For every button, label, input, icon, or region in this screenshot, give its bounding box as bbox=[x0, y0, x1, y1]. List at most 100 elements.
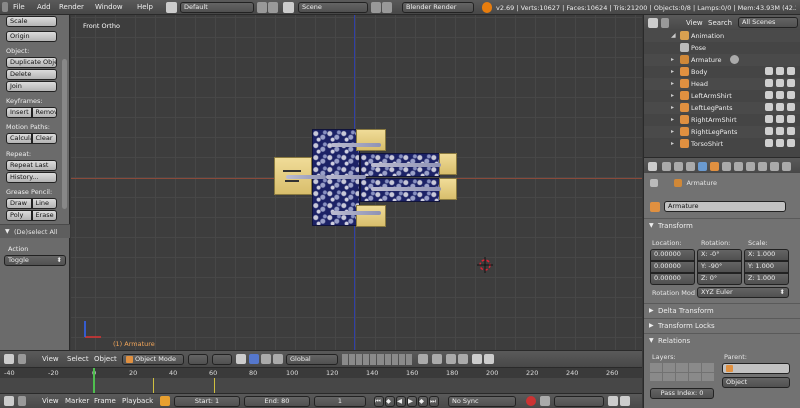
bone-leg-right[interactable] bbox=[371, 163, 441, 167]
right-foot-mesh[interactable] bbox=[439, 153, 457, 175]
object-name-field[interactable]: Armature bbox=[664, 201, 786, 212]
eye-icon[interactable] bbox=[765, 91, 773, 99]
outliner-row-torsoshirt[interactable]: ▸ TorsoShirt bbox=[644, 138, 800, 150]
timeline-menu-toggle-icon[interactable] bbox=[18, 396, 26, 406]
world-tab-icon[interactable] bbox=[698, 162, 707, 171]
scale-x-field[interactable]: X: 1.000 bbox=[744, 249, 789, 261]
parent-type-select[interactable]: Object bbox=[722, 377, 790, 388]
bone-leg-left[interactable] bbox=[371, 187, 441, 191]
location-x-field[interactable]: 0.00000 bbox=[650, 249, 695, 261]
frame-ruler[interactable]: -40 -20 0 20 40 60 80 100 120 140 160 18… bbox=[0, 368, 642, 378]
toolshelf-scrollbar[interactable] bbox=[62, 59, 67, 209]
transform-locks-panel-header[interactable]: ▶ Transform Locks bbox=[644, 318, 800, 332]
cursor-icon[interactable] bbox=[776, 91, 784, 99]
scene-tab-icon[interactable] bbox=[686, 162, 695, 171]
end-frame-field[interactable]: End: 80 bbox=[244, 396, 310, 407]
menu-view[interactable]: View bbox=[42, 397, 59, 405]
transform-panel-header[interactable]: ▼ Transform bbox=[644, 218, 800, 232]
location-z-field[interactable]: 0.00000 bbox=[650, 273, 695, 285]
start-frame-field[interactable]: Start: 1 bbox=[174, 396, 240, 407]
expand-arrow-icon[interactable]: ▸ bbox=[671, 68, 674, 75]
outliner-row-rightlegpants[interactable]: ▸ RightLegPants bbox=[644, 126, 800, 138]
location-y-field[interactable]: 0.00000 bbox=[650, 261, 695, 273]
cursor-icon[interactable] bbox=[776, 115, 784, 123]
scale-button[interactable]: Scale bbox=[6, 16, 57, 27]
physics-tab-icon[interactable] bbox=[782, 162, 791, 171]
menu-playback[interactable]: Playback bbox=[122, 397, 153, 405]
bone-torso[interactable] bbox=[326, 175, 366, 179]
origin-button[interactable]: Origin bbox=[6, 31, 57, 42]
expand-arrow-icon[interactable]: ▸ bbox=[671, 92, 674, 99]
scale-y-field[interactable]: Y: 1.000 bbox=[744, 261, 789, 273]
poly-button[interactable]: Poly bbox=[6, 210, 32, 221]
outliner-view-menu[interactable]: View bbox=[686, 19, 703, 27]
render-engine-select[interactable]: Blender Render bbox=[402, 2, 474, 13]
clear-paths-button[interactable]: Clear bbox=[31, 133, 57, 144]
3d-viewport[interactable]: Front Ortho (1) Armature bbox=[71, 15, 642, 350]
expand-arrow-icon[interactable]: ▸ bbox=[671, 140, 674, 147]
camera-icon[interactable] bbox=[787, 91, 795, 99]
keyframe-marker[interactable] bbox=[153, 378, 154, 394]
menu-object[interactable]: Object bbox=[94, 355, 117, 363]
bone-tab-icon[interactable] bbox=[746, 162, 755, 171]
expand-arrow-icon[interactable]: ▸ bbox=[671, 80, 674, 87]
rotation-z-field[interactable]: Z: 0° bbox=[697, 273, 742, 285]
render-animation-icon[interactable] bbox=[484, 354, 494, 364]
rotation-x-field[interactable]: X: -0° bbox=[697, 249, 742, 261]
transform-orientation-select[interactable]: Global bbox=[286, 354, 338, 365]
bone-constraints-tab-icon[interactable] bbox=[758, 162, 767, 171]
relations-panel-header[interactable]: ▼ Relations bbox=[644, 333, 800, 347]
sync-mode-select[interactable]: No Sync bbox=[448, 396, 516, 407]
scene-field[interactable]: Scene bbox=[298, 2, 368, 13]
texture-tab-icon[interactable] bbox=[770, 162, 779, 171]
close-screen-icon[interactable] bbox=[268, 2, 278, 13]
menu-render[interactable]: Render bbox=[59, 3, 84, 11]
add-scene-icon[interactable] bbox=[371, 2, 381, 13]
play-reverse-icon[interactable]: ◀ bbox=[396, 396, 406, 407]
jump-start-icon[interactable]: ⏮ bbox=[374, 396, 384, 407]
camera-icon[interactable] bbox=[787, 139, 795, 147]
delete-keyframe-icon[interactable] bbox=[620, 396, 630, 406]
menu-add[interactable]: Add bbox=[37, 3, 51, 11]
remove-keyframe-button[interactable]: Remov bbox=[31, 107, 57, 118]
add-screen-icon[interactable] bbox=[257, 2, 267, 13]
eye-icon[interactable] bbox=[765, 139, 773, 147]
parent-field[interactable] bbox=[722, 363, 790, 374]
playhead[interactable] bbox=[93, 368, 95, 394]
properties-editor-icon[interactable] bbox=[648, 162, 657, 171]
camera-icon[interactable] bbox=[787, 115, 795, 123]
eye-icon[interactable] bbox=[765, 103, 773, 111]
render-layers-tab-icon[interactable] bbox=[674, 162, 683, 171]
scale-manipulator-icon[interactable] bbox=[273, 354, 283, 364]
outliner-row-armature[interactable]: ▸ Armature bbox=[644, 54, 800, 66]
preview-range-icon[interactable] bbox=[160, 396, 170, 406]
scale-z-field[interactable]: Z: 1.000 bbox=[744, 273, 789, 285]
manipulator-toggle-icon[interactable] bbox=[236, 354, 246, 364]
outliner-editor-icon[interactable] bbox=[648, 18, 658, 28]
eye-icon[interactable] bbox=[765, 127, 773, 135]
expand-arrow-icon[interactable]: ▸ bbox=[671, 128, 674, 135]
cursor-icon[interactable] bbox=[776, 79, 784, 87]
lower-arm-hand-mesh[interactable] bbox=[356, 205, 386, 227]
outliner-row-pose[interactable]: Pose bbox=[644, 42, 800, 54]
rotate-manipulator-icon[interactable] bbox=[261, 354, 271, 364]
menu-toggle-icon[interactable] bbox=[18, 354, 26, 364]
render-preview-icon[interactable] bbox=[472, 354, 482, 364]
display-mode-select[interactable]: All Scenes bbox=[738, 17, 798, 28]
object-tab-icon[interactable] bbox=[710, 162, 719, 171]
draw-button[interactable]: Draw bbox=[6, 198, 32, 209]
insert-keyframe-button[interactable]: Insert bbox=[6, 107, 32, 118]
upper-arm-hand-mesh[interactable] bbox=[356, 129, 386, 151]
rotation-mode-select[interactable]: XYZ Euler ⬍ bbox=[697, 287, 789, 298]
menu-window[interactable]: Window bbox=[95, 3, 123, 11]
properties-editor[interactable]: Armature Armature ▼ Transform Location: R… bbox=[643, 157, 800, 408]
history-button[interactable]: History... bbox=[6, 172, 57, 183]
camera-icon[interactable] bbox=[787, 67, 795, 75]
expand-arrow-icon[interactable]: ▸ bbox=[671, 56, 674, 63]
record-icon[interactable] bbox=[526, 396, 536, 406]
outliner-row-leftlegpants[interactable]: ▸ LeftLegPants bbox=[644, 102, 800, 114]
insert-keyframe-icon[interactable] bbox=[608, 396, 618, 406]
rotation-y-field[interactable]: Y: -90° bbox=[697, 261, 742, 273]
play-icon[interactable]: ▶ bbox=[407, 396, 417, 407]
expand-arrow-icon[interactable]: ◢ bbox=[671, 32, 676, 39]
